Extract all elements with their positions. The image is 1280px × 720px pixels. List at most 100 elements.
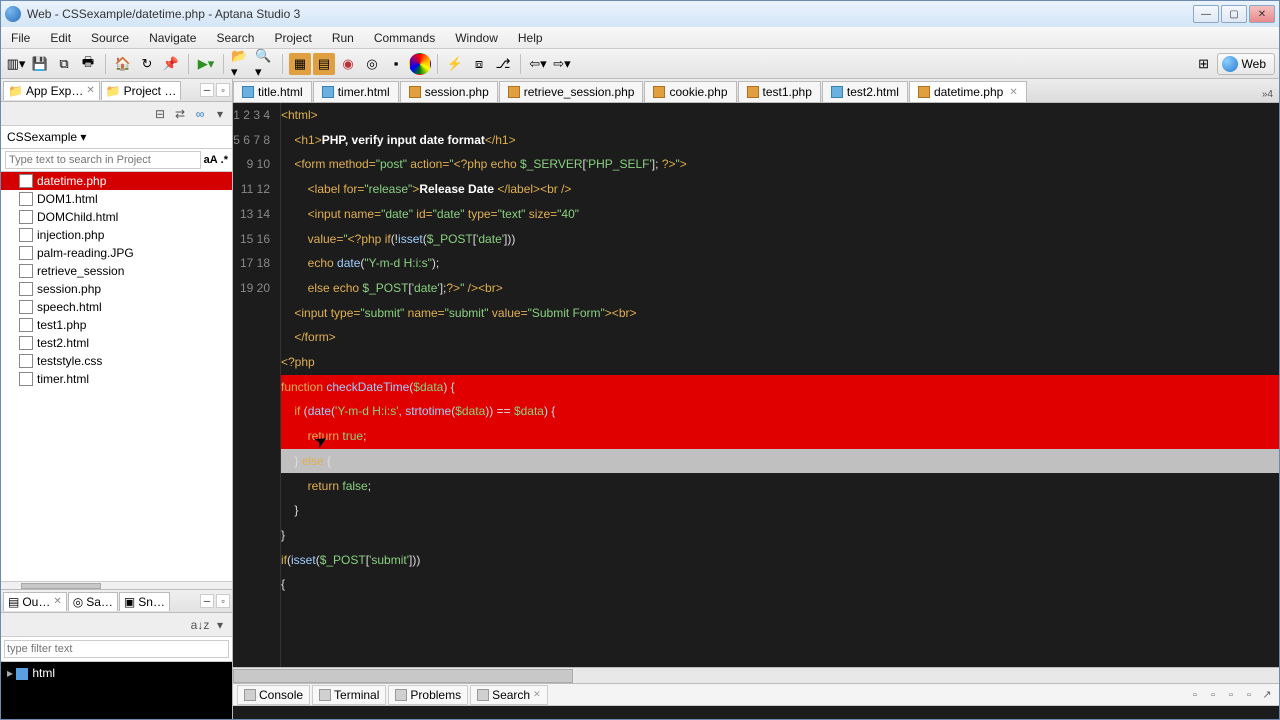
forward-button[interactable]: ⇨▾ xyxy=(551,53,573,75)
tree-icon[interactable]: ⧈ xyxy=(468,53,490,75)
open-button[interactable]: 📂▾ xyxy=(230,53,252,75)
color-wheel-icon[interactable] xyxy=(409,53,431,75)
view-grid-button[interactable]: ▦ xyxy=(289,53,311,75)
collapse-all-icon[interactable]: ⊟ xyxy=(152,106,168,122)
file-item[interactable]: injection.php xyxy=(1,226,232,244)
refresh-button[interactable]: ↻ xyxy=(136,53,158,75)
back-button[interactable]: ⇦▾ xyxy=(527,53,549,75)
menu-commands[interactable]: Commands xyxy=(364,28,445,48)
orb-red-icon[interactable]: ◉ xyxy=(337,53,359,75)
close-icon[interactable]: ✕ xyxy=(53,596,61,607)
view-menu-icon[interactable]: ▾ xyxy=(212,106,228,122)
external-icon[interactable]: ↗ xyxy=(1259,687,1275,703)
case-toggle[interactable]: aA xyxy=(204,154,218,166)
close-button[interactable]: ✕ xyxy=(1249,5,1275,23)
tab-project[interactable]: 📁 Project … xyxy=(101,81,182,100)
menu-project[interactable]: Project xyxy=(264,28,321,48)
pin-button[interactable]: 📌 xyxy=(160,53,182,75)
file-item[interactable]: timer.html xyxy=(1,370,232,388)
view-list-button[interactable]: ▤ xyxy=(313,53,335,75)
file-item[interactable]: session.php xyxy=(1,280,232,298)
file-item[interactable]: retrieve_session xyxy=(1,262,232,280)
link-editor-icon[interactable]: ⇄ xyxy=(172,106,188,122)
print-button[interactable]: 🖶 xyxy=(77,53,99,75)
menu-file[interactable]: File xyxy=(1,28,40,48)
project-selector[interactable]: CSSexample ▾ xyxy=(1,126,232,149)
file-item[interactable]: teststyle.css xyxy=(1,352,232,370)
editor-tab[interactable]: retrieve_session.php xyxy=(499,81,644,102)
tree-h-scrollbar[interactable] xyxy=(1,581,232,589)
file-item[interactable]: datetime.php xyxy=(1,172,232,190)
outline-node-html[interactable]: html xyxy=(7,666,226,680)
tag-icon xyxy=(16,668,28,680)
menu-source[interactable]: Source xyxy=(81,28,139,48)
project-search-input[interactable] xyxy=(5,151,201,169)
editor-tab[interactable]: datetime.php✕ xyxy=(909,81,1027,102)
tab-snippets[interactable]: ▣ Sn… xyxy=(119,592,170,611)
save-button[interactable]: 💾 xyxy=(29,53,51,75)
perspective-switcher-button[interactable]: ⊞ xyxy=(1193,53,1215,75)
code-content[interactable]: <html> <h1>PHP, verify input date format… xyxy=(281,103,1279,597)
minimize-view-icon[interactable]: ─ xyxy=(200,83,214,97)
file-item[interactable]: speech.html xyxy=(1,298,232,316)
outline-menu-icon[interactable]: ▾ xyxy=(212,617,228,633)
menu-search[interactable]: Search xyxy=(206,28,264,48)
orb-blue-icon[interactable]: ◎ xyxy=(361,53,383,75)
outline-filter-input[interactable] xyxy=(4,640,229,658)
sort-icon[interactable]: a↓z xyxy=(192,617,208,633)
close-icon[interactable]: ✕ xyxy=(533,689,541,700)
wand-icon[interactable]: ⚡ xyxy=(444,53,466,75)
editor-tab[interactable]: session.php xyxy=(400,81,498,102)
tab-samples[interactable]: ◎ Sa… xyxy=(68,592,118,611)
screen-icon[interactable]: ▪ xyxy=(385,53,407,75)
more-tabs-button[interactable]: »4 xyxy=(1256,87,1279,102)
save-all-button[interactable]: ⧉ xyxy=(53,53,75,75)
search-button[interactable]: 🔍▾ xyxy=(254,53,276,75)
clear-icon[interactable]: ▫ xyxy=(1205,687,1221,703)
new-dropdown-button[interactable]: ▥▾ xyxy=(5,53,27,75)
close-icon[interactable]: ✕ xyxy=(1009,87,1017,98)
home-button[interactable]: 🏠 xyxy=(112,53,134,75)
minimize-view-icon[interactable]: ─ xyxy=(200,594,214,608)
outline-tree[interactable]: html xyxy=(1,662,232,719)
code-editor[interactable]: 1 2 3 4 5 6 7 8 9 10 11 12 13 14 15 16 1… xyxy=(233,103,1279,667)
link-icon[interactable]: ∞ xyxy=(192,106,208,122)
editor-h-scrollbar[interactable] xyxy=(233,667,1279,683)
maximize-button[interactable]: ▢ xyxy=(1221,5,1247,23)
editor-tab[interactable]: timer.html xyxy=(313,81,399,102)
editor-tab[interactable]: test1.php xyxy=(738,81,821,102)
editor-tab[interactable]: cookie.php xyxy=(644,81,736,102)
maximize-view-icon[interactable]: ▫ xyxy=(216,594,230,608)
menu-run[interactable]: Run xyxy=(322,28,364,48)
left-panel: 📁 App Exp… ✕ 📁 Project … ─ ▫ ⊟ ⇄ ∞ ▾ xyxy=(1,79,233,719)
layout-icon[interactable]: ▫ xyxy=(1223,687,1239,703)
file-tree[interactable]: datetime.phpDOM1.htmlDOMChild.htmlinject… xyxy=(1,172,232,581)
file-item[interactable]: test1.php xyxy=(1,316,232,334)
file-item[interactable]: palm-reading.JPG xyxy=(1,244,232,262)
minimize-button[interactable]: — xyxy=(1193,5,1219,23)
menu-icon[interactable]: ▫ xyxy=(1241,687,1257,703)
web-perspective-button[interactable]: Web xyxy=(1217,53,1275,75)
panel-tab-console[interactable]: Console xyxy=(237,685,310,705)
menu-window[interactable]: Window xyxy=(445,28,508,48)
editor-tab[interactable]: test2.html xyxy=(822,81,908,102)
tab-outline[interactable]: ▤ Ou… ✕ xyxy=(3,592,67,611)
file-item[interactable]: DOMChild.html xyxy=(1,208,232,226)
tab-app-explorer[interactable]: 📁 App Exp… ✕ xyxy=(3,81,100,100)
regex-toggle[interactable]: .* xyxy=(221,154,228,166)
menu-help[interactable]: Help xyxy=(508,28,553,48)
file-item[interactable]: test2.html xyxy=(1,334,232,352)
branch-icon[interactable]: ⎇ xyxy=(492,53,514,75)
menu-edit[interactable]: Edit xyxy=(40,28,81,48)
editor-tab[interactable]: title.html xyxy=(233,81,312,102)
panel-tab-search[interactable]: Search✕ xyxy=(470,685,548,705)
menu-navigate[interactable]: Navigate xyxy=(139,28,206,48)
panel-tab-problems[interactable]: Problems xyxy=(388,685,468,705)
pin-icon[interactable]: ▫ xyxy=(1187,687,1203,703)
run-button[interactable]: ▶▾ xyxy=(195,53,217,75)
code-area[interactable]: <html> <h1>PHP, verify input date format… xyxy=(281,103,1279,667)
panel-tab-terminal[interactable]: Terminal xyxy=(312,685,386,705)
close-icon[interactable]: ✕ xyxy=(86,85,94,96)
file-item[interactable]: DOM1.html xyxy=(1,190,232,208)
maximize-view-icon[interactable]: ▫ xyxy=(216,83,230,97)
